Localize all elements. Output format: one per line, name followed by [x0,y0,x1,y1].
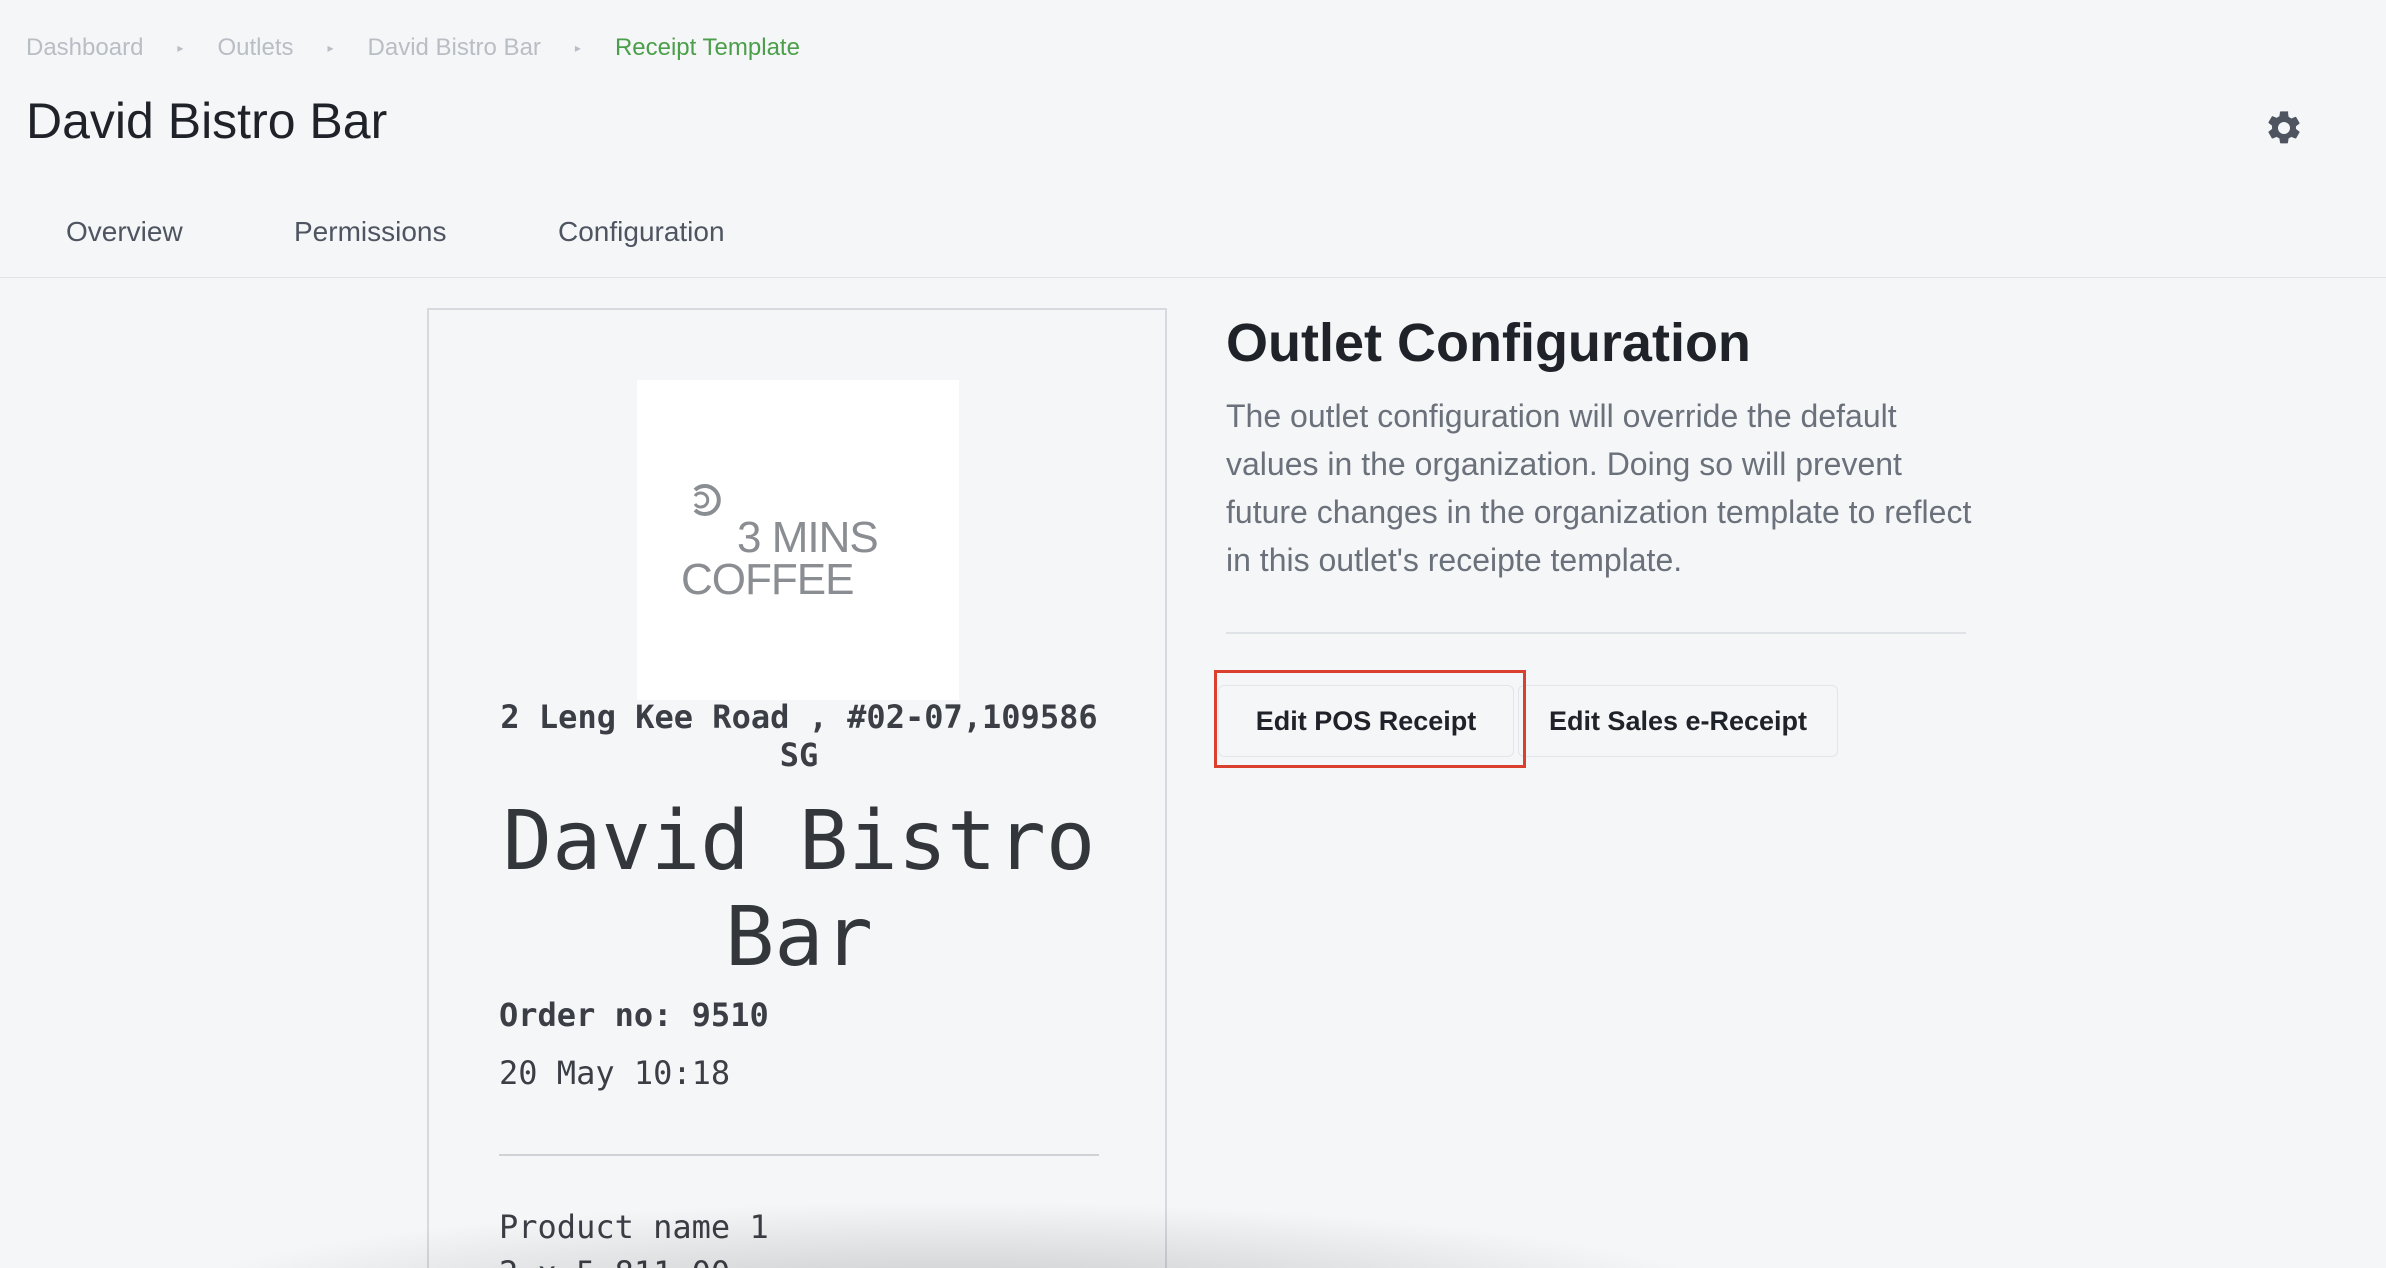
config-title: Outlet Configuration [1226,313,1751,373]
receipt-outlet-name: David Bistro Bar [502,794,1096,985]
tab-bar: Overview Permissions Configuration [0,200,2386,278]
breadcrumb-outlet[interactable]: David Bistro Bar [368,34,541,62]
tab-overview[interactable]: Overview [66,216,183,248]
breadcrumb-separator-icon: ▸ [574,41,581,55]
receipt-divider [499,1154,1099,1156]
receipt-preview: 3 MINS COFFEE 2 Leng Kee Road , #02-07,1… [427,308,1167,1268]
receipt-address: 2 Leng Kee Road , #02-07,109586 SG [500,698,1098,774]
breadcrumb-separator-icon: ▸ [177,41,184,55]
logo-line-2: COFFEE [681,555,853,604]
breadcrumb-current: Receipt Template [614,34,800,61]
config-description: The outlet configuration will override t… [1226,398,1972,578]
receipt-order-number: Order no: 9510 [499,996,769,1034]
tab-configuration[interactable]: Configuration [558,216,725,248]
receipt-product-price: 2 x 5,811.00 [499,1254,730,1268]
breadcrumb: Dashboard ▸ Outlets ▸ David Bistro Bar ▸… [26,30,800,66]
gear-icon[interactable] [2264,108,2304,148]
page-title: David Bistro Bar [26,93,388,149]
breadcrumb-separator-icon: ▸ [327,41,334,55]
receipt-date: 20 May 10:18 [499,1054,731,1092]
config-divider [1226,632,1966,634]
edit-sales-ereceipt-button[interactable]: Edit Sales e-Receipt [1518,685,1838,757]
breadcrumb-outlets[interactable]: Outlets [217,34,293,62]
tab-permissions[interactable]: Permissions [294,216,446,248]
edit-pos-receipt-button[interactable]: Edit POS Receipt [1218,685,1514,757]
breadcrumb-dashboard[interactable]: Dashboard [26,34,143,62]
page: Dashboard ▸ Outlets ▸ David Bistro Bar ▸… [0,0,2386,1268]
receipt-product-name: Product name 1 [499,1208,769,1246]
outlet-logo: 3 MINS COFFEE [637,380,959,700]
